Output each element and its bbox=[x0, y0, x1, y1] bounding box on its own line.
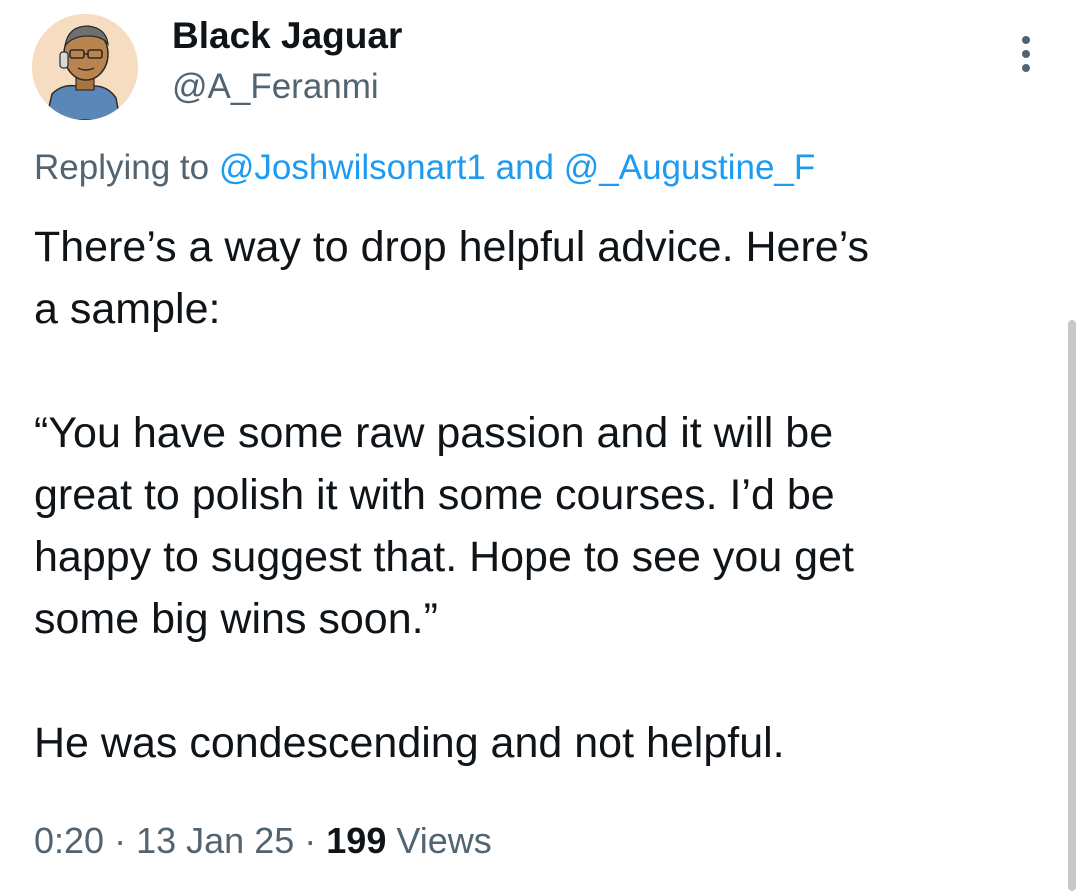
tweet-line: some big wins soon.” bbox=[34, 595, 438, 643]
mention-link-2[interactable]: @_Augustine_F bbox=[564, 148, 816, 187]
tweet-line: a sample: bbox=[34, 285, 221, 333]
author-handle[interactable]: @A_Feranmi bbox=[172, 66, 379, 108]
tweet-line: “You have some raw passion and it will b… bbox=[34, 409, 834, 457]
tweet-text: There’s a way to drop helpful advice. He… bbox=[34, 216, 1044, 774]
meta-separator: · bbox=[304, 820, 317, 861]
cartoon-man-avatar-icon bbox=[32, 14, 138, 120]
tweet-time[interactable]: 0:20 bbox=[34, 820, 104, 861]
tweet-date[interactable]: 13 Jan 25 bbox=[136, 820, 294, 861]
tweet-line: He was condescending and not helpful. bbox=[34, 719, 785, 767]
tweet-line: great to polish it with some courses. I’… bbox=[34, 471, 835, 519]
avatar[interactable] bbox=[32, 14, 138, 120]
author-display-name[interactable]: Black Jaguar bbox=[172, 14, 402, 58]
mention-link-1[interactable]: @Joshwilsonart1 bbox=[219, 148, 486, 187]
reply-prefix: Replying to bbox=[34, 148, 210, 187]
meta-separator: · bbox=[114, 820, 127, 861]
reply-context: Replying to @Joshwilsonart1 and @_August… bbox=[34, 146, 815, 190]
reply-conjunction: and bbox=[495, 148, 555, 187]
more-vertical-icon bbox=[1022, 36, 1030, 72]
tweet-card: Black Jaguar @A_Feranmi Replying to @Jos… bbox=[0, 0, 1080, 891]
views-count[interactable]: 199 bbox=[326, 820, 386, 861]
tweet-meta: 0:20 · 13 Jan 25 · 199 Views bbox=[34, 818, 492, 864]
more-options-button[interactable] bbox=[1008, 32, 1044, 76]
scrollbar[interactable] bbox=[1068, 320, 1076, 891]
views-label[interactable]: Views bbox=[396, 820, 491, 861]
tweet-line: happy to suggest that. Hope to see you g… bbox=[34, 533, 854, 581]
tweet-line: There’s a way to drop helpful advice. He… bbox=[34, 223, 869, 271]
